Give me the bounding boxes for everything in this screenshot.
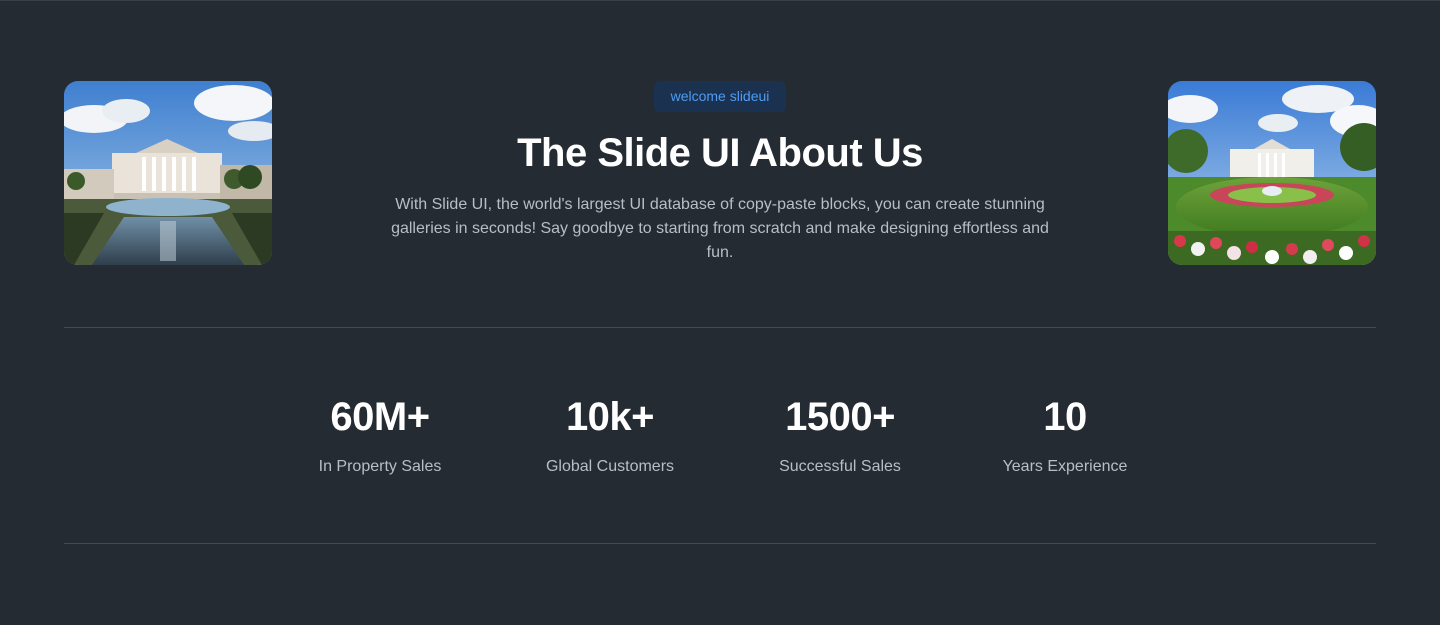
section-divider-bottom	[64, 543, 1376, 544]
hero-description: With Slide UI, the world's largest UI da…	[391, 196, 1049, 261]
welcome-badge: welcome slideui	[654, 81, 786, 112]
stat-label: Successful Sales	[779, 458, 901, 475]
stat-label: Years Experience	[1002, 458, 1128, 475]
frame-top-border	[0, 0, 1440, 1]
stat-property-sales: 60M+ In Property Sales	[270, 393, 490, 477]
stat-global-customers: 10k+ Global Customers	[500, 393, 720, 477]
stat-value: 10	[1043, 395, 1087, 439]
stat-value: 10k+	[565, 395, 655, 439]
stat-years-experience: 10 Years Experience	[955, 393, 1175, 477]
stat-successful-sales: 1500+ Successful Sales	[730, 393, 950, 477]
stat-label: In Property Sales	[318, 458, 442, 475]
mansion-pool-image	[64, 81, 272, 265]
page-title: The Slide UI About Us	[517, 131, 923, 175]
white-house-garden-image	[1168, 81, 1376, 265]
stat-value: 1500+	[785, 395, 895, 439]
stat-value: 60M+	[330, 395, 430, 439]
stat-label: Global Customers	[545, 458, 675, 475]
section-divider-top	[64, 327, 1376, 328]
